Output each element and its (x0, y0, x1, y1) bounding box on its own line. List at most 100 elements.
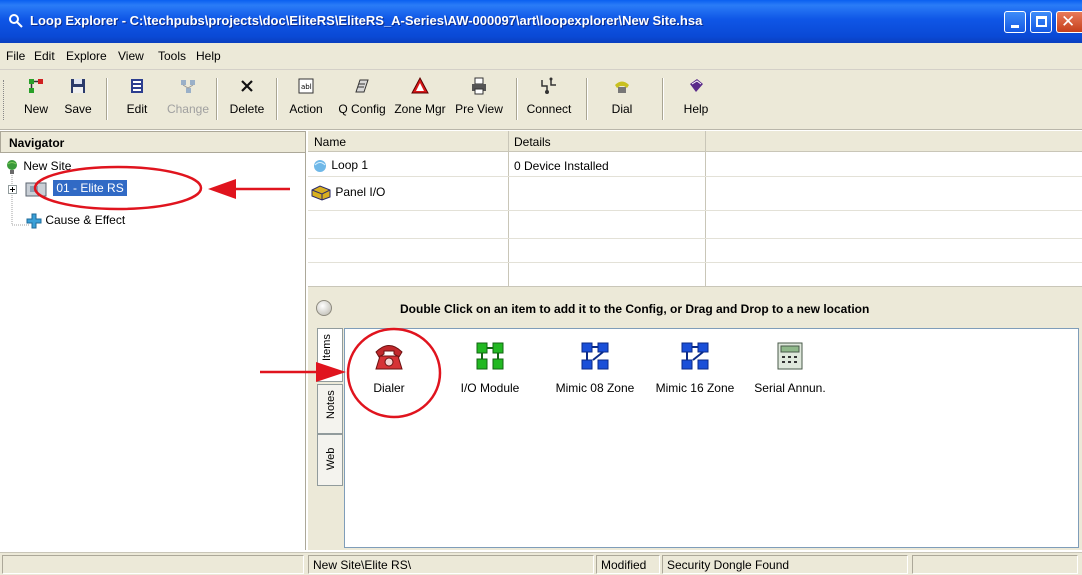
menu-view[interactable]: View (118, 49, 144, 63)
edit-icon (131, 79, 143, 93)
menu-help[interactable]: Help (196, 49, 221, 63)
connect-label: Connect (526, 102, 572, 116)
text-field-icon: abl (298, 78, 314, 94)
palette-item-label: Mimic 08 Zone (555, 381, 635, 395)
help-button[interactable]: Help (676, 76, 716, 122)
globe-icon (7, 160, 17, 174)
status-modified: Modified (596, 555, 660, 574)
row-divider (308, 176, 1082, 177)
menu-tools[interactable]: Tools (158, 49, 186, 63)
warning-triangle-icon (411, 76, 429, 94)
status-dongle: Security Dongle Found (662, 555, 908, 574)
column-header-name[interactable]: Name (314, 135, 346, 149)
new-button[interactable]: New (16, 76, 56, 122)
edit-button[interactable]: Edit (114, 76, 160, 122)
connect-button[interactable]: Connect (524, 76, 574, 122)
tree-label: Cause & Effect (45, 213, 126, 228)
delete-label: Delete (229, 102, 265, 116)
minimize-icon (1011, 25, 1019, 28)
menu-edit[interactable]: Edit (34, 49, 55, 63)
delete-button[interactable]: Delete (224, 76, 270, 122)
qconfig-label: Q Config (338, 102, 386, 116)
title-bar: Loop Explorer - C:\techpubs\projects\doc… (0, 0, 1082, 43)
palette-panel: Items Notes Web Dialer I/O Module Mimic … (308, 324, 1082, 550)
dial-phone-icon (615, 81, 629, 93)
mimic-icon (681, 342, 709, 370)
column-header-details[interactable]: Details (514, 135, 551, 149)
help-label: Help (683, 102, 709, 116)
table-row[interactable]: Panel I/O (310, 185, 385, 201)
svg-text:abl: abl (301, 83, 312, 91)
change-label: Change (166, 102, 210, 116)
menu-bar: File Edit Explore View Tools Help (0, 43, 1082, 70)
menu-explore[interactable]: Explore (66, 49, 107, 63)
new-label: New (23, 102, 48, 116)
status-panel-extra (912, 555, 1078, 574)
minimize-button[interactable] (1004, 11, 1026, 33)
status-panel-empty (2, 555, 304, 574)
palette-item-io-module[interactable]: I/O Module (455, 339, 525, 395)
palette-item-dialer[interactable]: Dialer (359, 339, 419, 395)
toolbar-separator (276, 78, 278, 120)
preview-button[interactable]: Pre View (452, 76, 506, 122)
palette-items-area: Dialer I/O Module Mimic 08 Zone Mimic 16… (344, 328, 1079, 548)
plus-expand-icon (8, 185, 17, 194)
maximize-button[interactable] (1030, 11, 1052, 33)
toolbar-separator (516, 78, 518, 120)
change-button[interactable]: Change (166, 76, 210, 122)
palette-item-serial-annun[interactable]: Serial Annun. (745, 339, 835, 395)
tab-notes-label: Notes (325, 390, 337, 419)
zonemgr-label: Zone Mgr (394, 102, 446, 116)
tree-label: New Site (23, 159, 72, 174)
pane-splitter[interactable] (308, 286, 1082, 294)
palette-instructions: Double Click on an item to add it to the… (400, 302, 870, 316)
io-module-icon (476, 342, 504, 370)
close-button[interactable]: ✕ (1056, 11, 1082, 33)
row-name: Loop 1 (331, 158, 369, 172)
row-details: 0 Device Installed (514, 159, 609, 173)
navigator-tree: New Site 01 - Elite RS Cause & Effect (0, 153, 306, 550)
delete-x-icon (241, 80, 253, 92)
collapse-toggle-icon[interactable] (316, 300, 332, 316)
tab-notes[interactable]: Notes (317, 384, 343, 434)
window-title: Loop Explorer - C:\techpubs\projects\doc… (30, 13, 703, 28)
dial-button[interactable]: Dial (600, 76, 644, 122)
tab-web[interactable]: Web (317, 434, 343, 486)
navigator-header: Navigator (0, 131, 306, 153)
panel-io-icon (311, 185, 331, 201)
toolbar-separator (662, 78, 664, 120)
menu-file[interactable]: File (6, 49, 25, 63)
keypad-icon (777, 342, 803, 370)
maximize-icon (1036, 16, 1047, 27)
zone-manager-button[interactable]: Zone Mgr (392, 76, 448, 122)
panel-icon (25, 182, 47, 197)
tab-items[interactable]: Items (317, 328, 343, 382)
printer-icon (472, 77, 486, 95)
connect-plug-icon (541, 77, 556, 94)
tab-items-label: Items (321, 334, 333, 361)
palette-item-mimic-08[interactable]: Mimic 08 Zone (545, 339, 645, 395)
row-name: Panel I/O (335, 185, 386, 200)
save-button[interactable]: Save (58, 76, 98, 122)
help-book-icon (690, 79, 703, 92)
qconfig-button[interactable]: Q Config (334, 76, 390, 122)
tree-item-cause-effect[interactable]: Cause & Effect (26, 213, 125, 229)
tree-item-elite-rs[interactable]: 01 - Elite RS (22, 179, 127, 199)
mimic-icon (581, 342, 609, 370)
dial-label: Dial (611, 102, 633, 116)
cause-effect-icon (26, 213, 42, 229)
table-row[interactable]: Loop 1 (312, 158, 368, 173)
tree-expander[interactable] (8, 183, 17, 197)
action-button[interactable]: abl Action (284, 76, 328, 122)
toolbar-separator (586, 78, 588, 120)
toolbar-grip[interactable] (3, 80, 6, 120)
close-icon: ✕ (1061, 12, 1076, 31)
tree-item-new-site[interactable]: New Site (4, 159, 71, 175)
palette-item-mimic-16[interactable]: Mimic 16 Zone (645, 339, 745, 395)
new-site-icon (29, 79, 43, 93)
floppy-disk-icon (71, 79, 85, 93)
palette-header: Double Click on an item to add it to the… (308, 294, 1082, 324)
row-divider (308, 262, 1082, 263)
toolbar-separator (216, 78, 218, 120)
toolbar-separator (106, 78, 108, 120)
